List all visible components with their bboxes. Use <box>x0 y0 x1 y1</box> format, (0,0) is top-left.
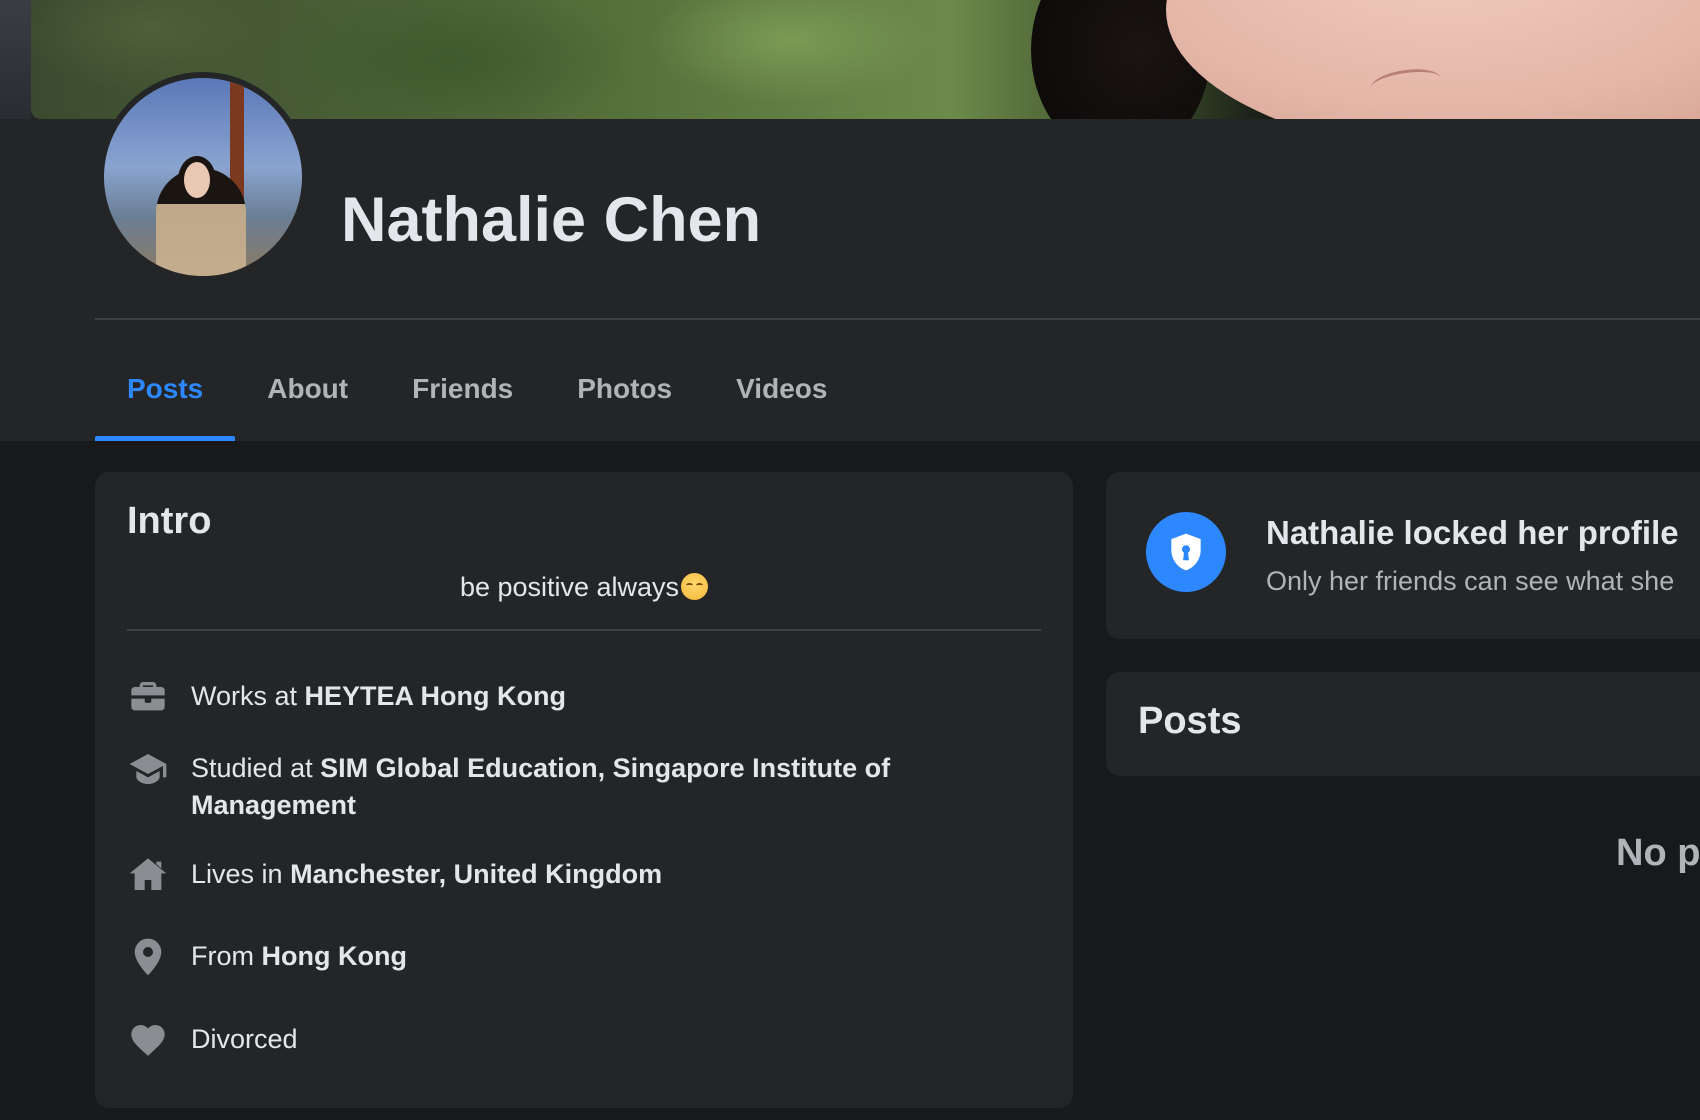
intro-bio: be positive always <box>95 572 1073 603</box>
no-posts-text: No p <box>1616 832 1700 874</box>
profile-header: Nathalie Chen Posts About Friends Photos… <box>0 0 1700 441</box>
intro-item-prefix: Lives in <box>191 859 291 889</box>
briefcase-icon <box>127 676 169 718</box>
intro-item-text: From Hong Kong <box>191 936 407 975</box>
left-edge-strip <box>0 0 31 119</box>
intro-item-text: Divorced <box>191 1019 298 1058</box>
header-divider <box>95 318 1700 320</box>
intro-item-prefix: Studied at <box>191 753 321 783</box>
intro-title: Intro <box>127 500 212 542</box>
profile-tabs: Posts About Friends Photos Videos <box>95 336 859 441</box>
intro-item-prefix: From <box>191 941 262 971</box>
graduation-cap-icon <box>127 748 169 790</box>
tab-photos[interactable]: Photos <box>545 336 704 441</box>
avatar-face-shape <box>178 156 216 204</box>
locked-profile-card: Nathalie locked her profile Only her fri… <box>1106 472 1700 639</box>
intro-item-education: Studied at SIM Global Education, Singapo… <box>127 748 1027 824</box>
intro-item-relationship: Divorced <box>127 1019 1027 1061</box>
intro-item-work: Works at HEYTEA Hong Kong <box>127 676 1027 718</box>
locked-profile-subtitle: Only her friends can see what she <box>1266 566 1675 596</box>
home-icon <box>127 854 169 896</box>
intro-item-from: From Hong Kong <box>127 936 1027 978</box>
intro-item-value[interactable]: Hong Kong <box>262 941 407 971</box>
intro-divider <box>127 629 1041 631</box>
heart-icon <box>127 1019 169 1061</box>
locked-profile-title: Nathalie locked her profile <box>1266 514 1679 551</box>
tab-videos[interactable]: Videos <box>704 336 859 441</box>
shield-lock-icon <box>1146 512 1226 592</box>
posts-title: Posts <box>1138 700 1242 742</box>
cover-face-shape <box>1166 0 1700 119</box>
tab-about[interactable]: About <box>235 336 380 441</box>
intro-item-value[interactable]: HEYTEA Hong Kong <box>305 681 566 711</box>
profile-avatar[interactable] <box>98 72 308 282</box>
avatar-image <box>104 78 302 276</box>
tab-posts[interactable]: Posts <box>95 336 236 441</box>
intro-item-prefix: Works at <box>191 681 305 711</box>
intro-item-lives: Lives in Manchester, United Kingdom <box>127 854 1027 896</box>
intro-card: Intro be positive always Works at HEYTEA… <box>95 472 1073 1108</box>
intro-item-text: Lives in Manchester, United Kingdom <box>191 854 662 893</box>
intro-item-value: Divorced <box>191 1024 298 1054</box>
profile-name: Nathalie Chen <box>341 185 762 255</box>
location-pin-icon <box>127 936 169 978</box>
cover-photo[interactable] <box>31 0 1700 119</box>
intro-item-text: Works at HEYTEA Hong Kong <box>191 676 566 715</box>
smiling-face-emoji-icon <box>681 573 709 600</box>
intro-item-text: Studied at SIM Global Education, Singapo… <box>191 748 1027 824</box>
tab-friends[interactable]: Friends <box>380 336 545 441</box>
posts-card: Posts <box>1106 672 1700 776</box>
intro-item-value[interactable]: Manchester, United Kingdom <box>290 859 662 889</box>
bio-text: be positive always <box>459 572 680 602</box>
